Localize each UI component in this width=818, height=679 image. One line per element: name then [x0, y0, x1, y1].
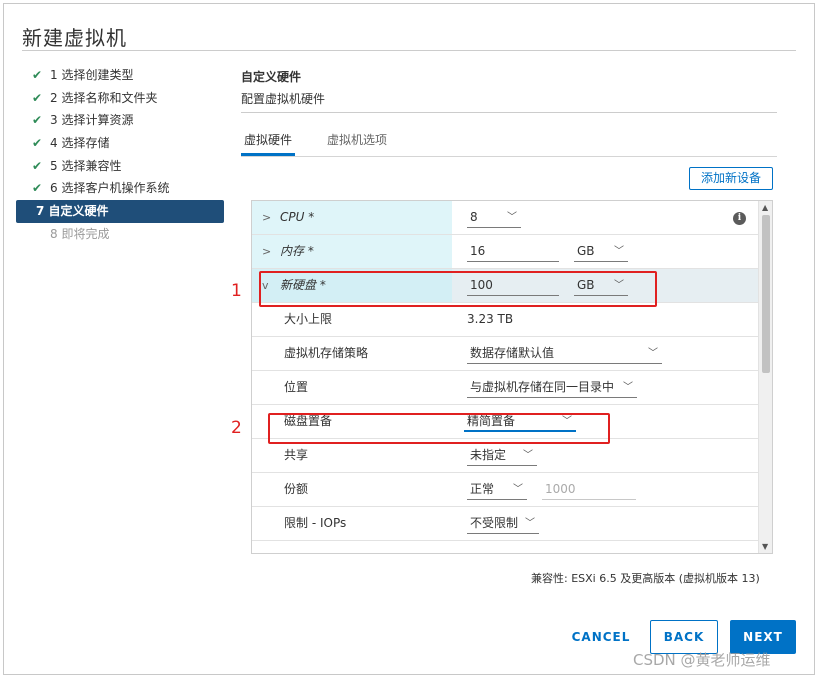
row-sharing: 共享 未指定 ﹀: [252, 439, 758, 473]
step-8-pending: 8 即将完成: [50, 226, 110, 241]
row-limit-iops: 限制 - IOPs 不受限制 ﹀: [252, 507, 758, 541]
chevron-down-icon: ﹀: [525, 518, 535, 529]
row-label[interactable]: > CPU *: [252, 201, 452, 234]
row-label: 位置: [284, 380, 309, 394]
title-divider: [22, 50, 796, 51]
row-max-size: 大小上限 3.23 TB: [252, 303, 758, 337]
wizard-steps: ✔ 1 选择创建类型 ✔ 2 选择名称和文件夹 ✔ 3 选择计算资源 ✔ 4 选择存储 …: [16, 64, 224, 246]
row-label[interactable]: > 内存 *: [252, 235, 452, 268]
row-cpu: > CPU * 8 ﹀ i: [252, 201, 758, 235]
annotation-1: 1: [231, 281, 242, 301]
memory-input[interactable]: 16: [467, 243, 559, 262]
chevron-down-icon: ﹀: [513, 484, 523, 495]
chevron-down-icon: ﹀: [648, 348, 658, 359]
scroll-up-arrow-icon[interactable]: ▲: [762, 203, 768, 212]
panel-title: 自定义硬件: [241, 70, 302, 84]
row-label: 大小上限: [284, 312, 333, 326]
row-location: 位置 与虚拟机存储在同一目录中 ﹀: [252, 371, 758, 405]
step-4[interactable]: ✔ 4 选择存储: [30, 132, 224, 155]
cancel-button[interactable]: CANCEL: [568, 620, 634, 654]
row-label: 限制 - IOPs: [284, 516, 347, 530]
chevron-right-icon[interactable]: >: [262, 201, 271, 234]
chevron-down-icon: ﹀: [614, 246, 624, 257]
check-icon: ✔: [32, 158, 43, 173]
shares-number-input[interactable]: 1000: [542, 481, 636, 500]
location-select[interactable]: 与虚拟机存储在同一目录中 ﹀: [467, 379, 637, 398]
scroll-down-arrow-icon[interactable]: ▼: [762, 542, 768, 551]
check-icon: ✔: [32, 90, 43, 105]
compatibility-text: 兼容性: ESXi 6.5 及更高版本 (虚拟机版本 13): [531, 572, 760, 585]
row-label: 份额: [284, 482, 309, 496]
step-3[interactable]: ✔ 3 选择计算资源: [30, 109, 224, 132]
step-5[interactable]: ✔ 5 选择兼容性: [30, 155, 224, 178]
step-6[interactable]: ✔ 6 选择客户机操作系统: [30, 177, 224, 200]
step-2[interactable]: ✔ 2 选择名称和文件夹: [30, 87, 224, 110]
memory-unit-select[interactable]: GB ﹀: [574, 243, 628, 262]
annotation-2: 2: [231, 418, 242, 438]
tab-vm-options[interactable]: 虚拟机选项: [327, 130, 387, 156]
step-1[interactable]: ✔ 1 选择创建类型: [30, 64, 224, 87]
check-icon: ✔: [32, 181, 43, 196]
storage-policy-select[interactable]: 数据存储默认值 ﹀: [467, 345, 662, 364]
chevron-down-icon: ﹀: [623, 382, 633, 393]
step-7-active[interactable]: 7 自定义硬件: [16, 200, 224, 223]
shares-select[interactable]: 正常 ﹀: [467, 481, 527, 500]
tabs-divider: [241, 156, 777, 157]
tab-virtual-hardware[interactable]: 虚拟硬件: [241, 130, 296, 156]
max-size-value: 3.23 TB: [467, 312, 514, 326]
chevron-down-icon: ﹀: [507, 212, 517, 223]
dialog-title: 新建虚拟机: [22, 26, 127, 50]
check-icon: ✔: [32, 68, 43, 82]
chevron-right-icon[interactable]: >: [262, 235, 271, 268]
row-memory: > 内存 * 16 GB ﹀: [252, 235, 758, 269]
row-storage-policy: 虚拟机存储策略 数据存储默认值 ﹀: [252, 337, 758, 371]
panel-subtitle: 配置虚拟机硬件: [241, 92, 326, 106]
vertical-scrollbar[interactable]: ▲ ▼: [758, 201, 772, 553]
check-icon: ✔: [32, 136, 43, 151]
scroll-thumb[interactable]: [762, 215, 770, 373]
limit-iops-select[interactable]: 不受限制 ﹀: [467, 515, 539, 534]
cpu-select[interactable]: 8 ﹀: [467, 209, 521, 228]
sharing-select[interactable]: 未指定 ﹀: [467, 447, 537, 466]
check-icon: ✔: [32, 113, 43, 128]
row-shares: 份额 正常 ﹀ 1000: [252, 473, 758, 507]
chevron-down-icon: ﹀: [523, 450, 533, 461]
add-new-device-button[interactable]: 添加新设备: [689, 167, 773, 190]
annotation-box-1: [259, 271, 657, 307]
hardware-table: > CPU * 8 ﹀ i > 内存 * 16 GB ﹀ v 新硬盘 * 100 GB ﹀ …: [251, 200, 773, 554]
info-icon[interactable]: i: [733, 212, 746, 225]
annotation-box-2: [268, 413, 610, 444]
panel-divider: [241, 112, 777, 113]
row-label: 虚拟机存储策略: [284, 346, 369, 360]
watermark: CSDN @黄老师运维: [633, 651, 771, 669]
